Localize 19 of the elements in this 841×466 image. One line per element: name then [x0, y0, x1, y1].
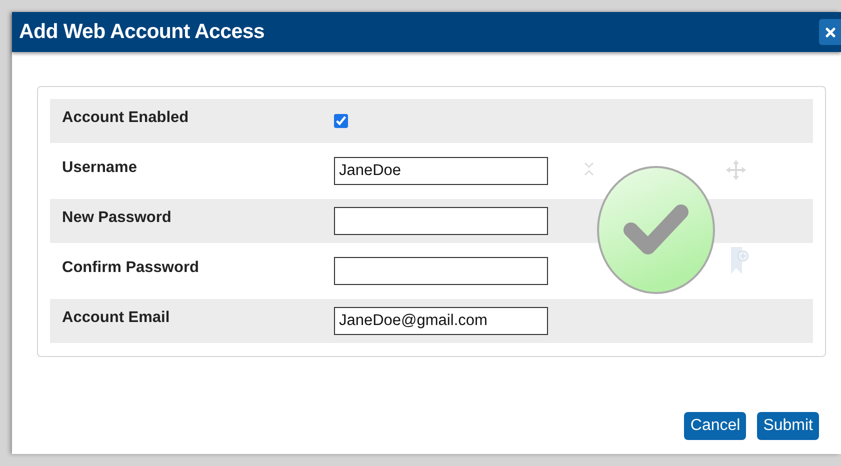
- cancel-button[interactable]: Cancel: [684, 412, 746, 440]
- input-field[interactable]: [334, 207, 548, 235]
- field-label: New Password: [62, 209, 172, 227]
- close-icon: [825, 26, 836, 38]
- window-title: Add Web Account Access: [19, 20, 265, 44]
- field-label: Confirm Password: [62, 259, 200, 277]
- field-label: Username: [62, 159, 138, 177]
- field-label: Account Email: [62, 309, 171, 327]
- input-field[interactable]: [334, 257, 548, 285]
- enabled-checkbox[interactable]: [334, 114, 348, 128]
- chevrons-icon: [584, 161, 594, 177]
- input-field[interactable]: JaneDoe: [334, 157, 548, 185]
- bookmark-plus-icon: [730, 246, 750, 276]
- field-label: Account Enabled: [62, 109, 190, 127]
- move-icon: [725, 159, 747, 181]
- close-button[interactable]: [819, 19, 841, 45]
- input-field[interactable]: JaneDoe@gmail.com: [334, 307, 548, 335]
- check-circle-icon: [597, 166, 715, 294]
- submit-button[interactable]: Submit: [757, 412, 819, 440]
